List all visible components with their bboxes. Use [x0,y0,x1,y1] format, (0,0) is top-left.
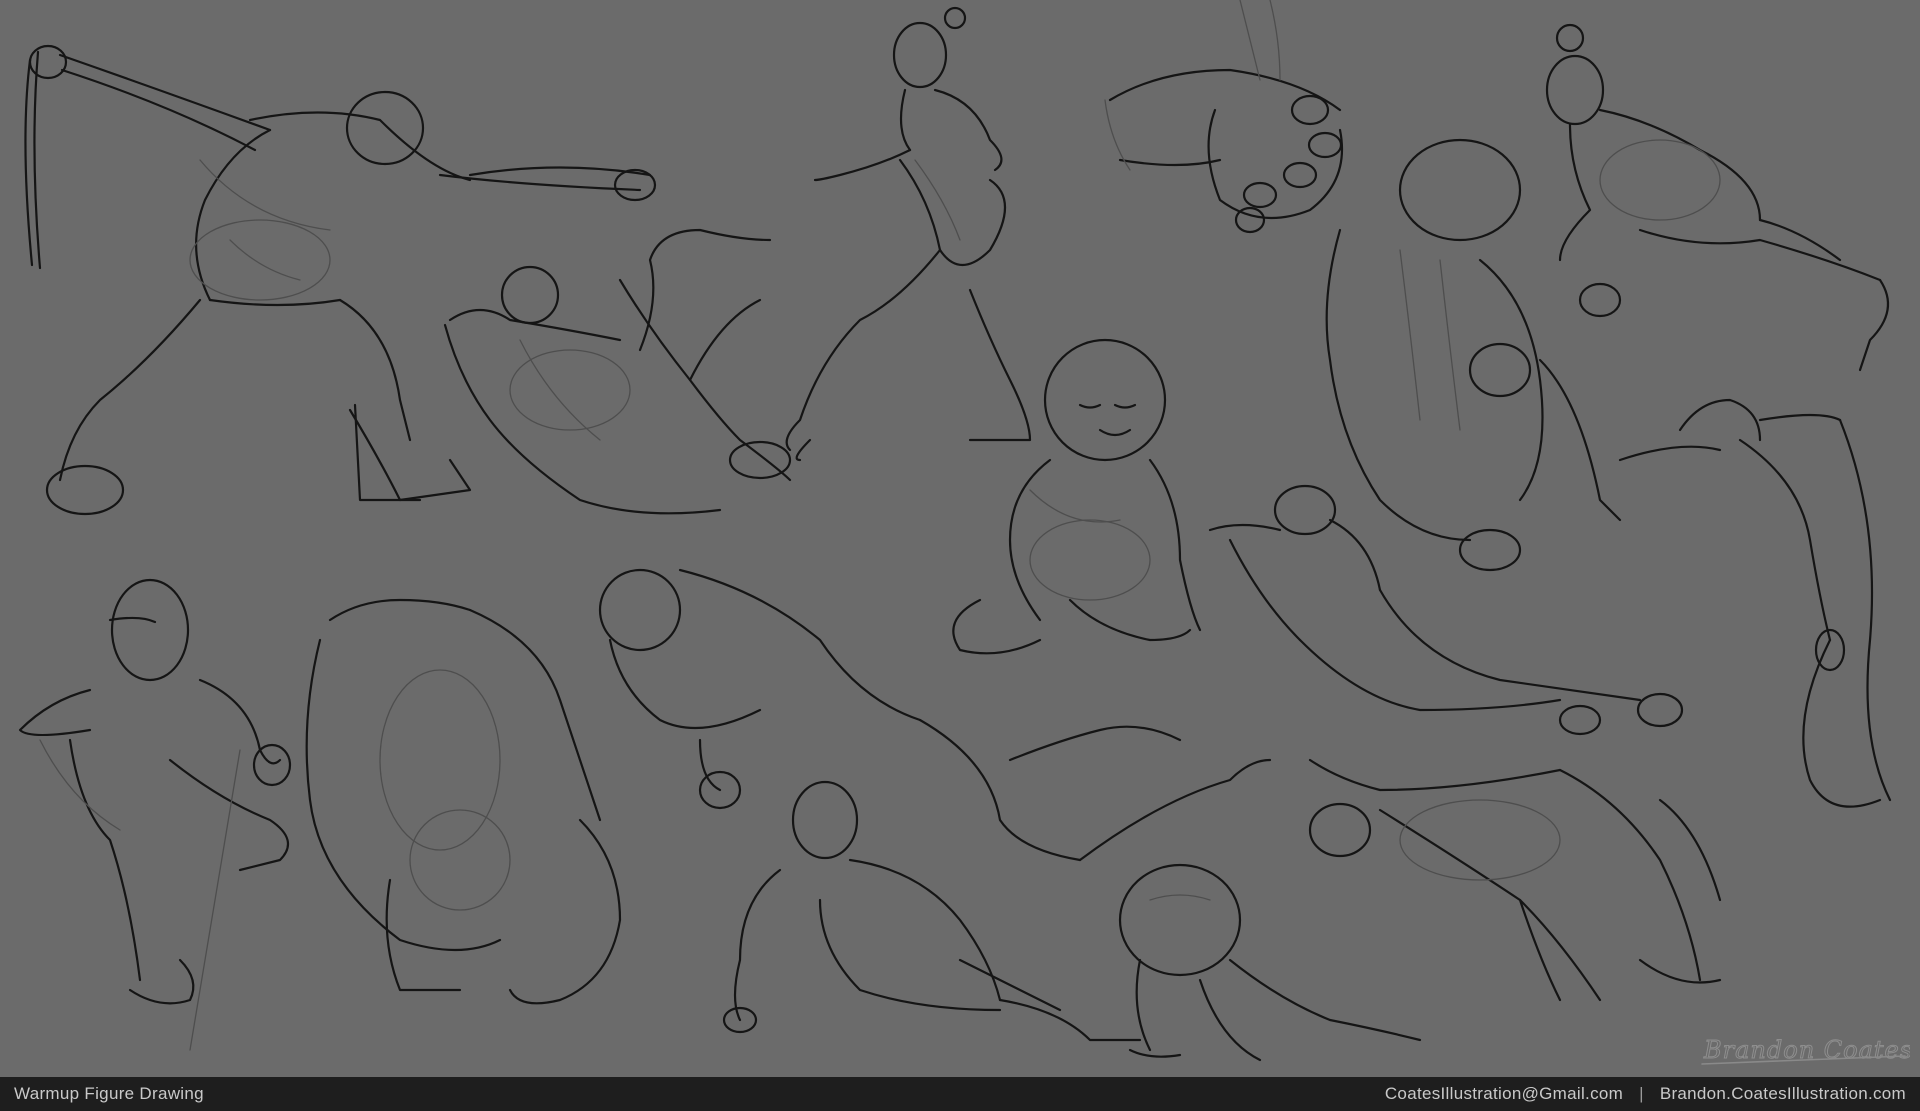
sketch-canvas: Brandon Coates [0,0,1920,1077]
sketch-woman-pulling [785,6,1032,462]
footer-contact: CoatesIllustration@Gmail.com | Brandon.C… [1385,1084,1906,1104]
sketch-reclining-leg-up [443,228,792,515]
artist-signature: Brandon Coates [1701,1036,1910,1065]
footer-bar: Warmup Figure Drawing CoatesIllustration… [0,1077,1920,1111]
footer-email: CoatesIllustration@Gmail.com [1384,1084,1624,1103]
figure-sketches [18,0,1892,1062]
sketch-arched-figure [1308,758,1722,1002]
sketch-fist [1104,0,1344,234]
footer-website: Brandon.CoatesIllustration.com [1659,1084,1906,1103]
sketch-seated-leaning-man [722,780,1142,1042]
sketch-crouching-woman [1545,23,1890,372]
sketch-seated-man-glasses [18,578,292,1051]
sketch-otter [1118,863,1422,1062]
sketch-bent-figure [305,598,622,1005]
sketch-swordsman [24,44,657,516]
sketch-baby [952,338,1202,655]
footer-separator: | [1639,1084,1644,1103]
sketch-lying-legs-raised [598,568,1272,862]
sketch-reclining-arm-head [1208,484,1684,736]
footer-title: Warmup Figure Drawing [14,1084,204,1103]
sketch-seated-back [1325,138,1622,572]
sketch-leaping-creature [1618,398,1892,808]
